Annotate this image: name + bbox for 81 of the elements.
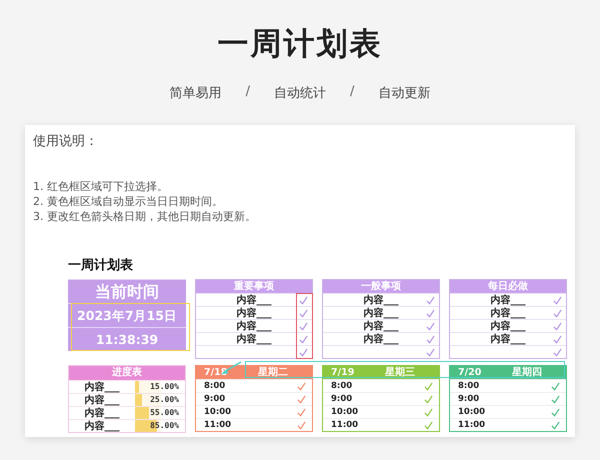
- day-date[interactable]: 7/19: [331, 366, 354, 379]
- time-slot: 11:00: [204, 420, 232, 430]
- time-slot: 11:00: [458, 420, 486, 430]
- check-icon[interactable]: [299, 296, 308, 305]
- check-icon[interactable]: [424, 408, 433, 416]
- check-icon[interactable]: [299, 322, 308, 331]
- check-icon[interactable]: [299, 335, 308, 344]
- sheet-title: 一周计划表: [68, 258, 133, 274]
- task-text: 内容___: [84, 393, 120, 407]
- check-icon[interactable]: [553, 309, 562, 318]
- instruction-step: 2. 黄色框区域自动显示当日日期时间。: [33, 194, 567, 209]
- time-slot: 8:00: [458, 381, 480, 391]
- feature-tag: 自动更新: [378, 84, 430, 102]
- check-icon[interactable]: [299, 348, 308, 357]
- list-heading: 每日必做: [450, 280, 566, 293]
- separator: /: [350, 84, 354, 101]
- task-text: 内容___: [364, 293, 398, 307]
- check-icon[interactable]: [551, 382, 560, 390]
- separator: /: [246, 84, 250, 101]
- task-text: 内容___: [236, 306, 272, 320]
- task-text: 内容___: [236, 319, 272, 333]
- time-slot: 8:00: [331, 381, 352, 391]
- instruction-step: 1. 红色框区域可下拉选择。: [33, 179, 567, 194]
- time-slot: 8:00: [204, 381, 226, 391]
- progress-heading: 进度表: [69, 366, 185, 380]
- check-icon[interactable]: [424, 382, 433, 390]
- check-icon[interactable]: [424, 394, 433, 404]
- check-icon[interactable]: [297, 382, 306, 390]
- current-time: 11:38:39: [68, 327, 186, 351]
- list-heading: 一般事项: [323, 280, 439, 293]
- task-text: 内容___: [364, 319, 398, 333]
- check-icon[interactable]: [553, 322, 562, 331]
- instructions-heading: 使用说明：: [33, 133, 99, 151]
- current-date: 2023年7月15日: [68, 303, 186, 327]
- task-text: 内容___: [236, 293, 272, 307]
- check-icon[interactable]: [551, 394, 560, 404]
- day-date[interactable]: 7/20: [458, 366, 482, 379]
- task-text: 内容___: [84, 406, 120, 420]
- time-slot: 9:00: [204, 394, 226, 404]
- check-icon[interactable]: [426, 309, 435, 318]
- check-icon[interactable]: [426, 322, 435, 331]
- time-slot: 10:00: [331, 407, 358, 417]
- weekday: 星期二: [258, 366, 288, 379]
- percent-value: 15.00%: [150, 381, 180, 393]
- list-heading: 重要事项: [196, 280, 312, 293]
- task-text: 内容___: [490, 319, 526, 333]
- task-text: 内容___: [236, 332, 272, 346]
- instruction-step: 3. 更改红色箭头格日期，其他日期自动更新。: [33, 209, 567, 224]
- time-slot: 11:00: [331, 420, 358, 430]
- check-icon[interactable]: [426, 348, 435, 357]
- check-icon[interactable]: [551, 420, 560, 430]
- check-icon[interactable]: [297, 420, 306, 430]
- task-text: 内容___: [490, 332, 526, 346]
- task-text: 内容___: [84, 419, 120, 433]
- feature-tag: 简单易用: [170, 84, 222, 102]
- check-icon[interactable]: [553, 296, 562, 305]
- percent-value: 25.00%: [150, 394, 180, 406]
- check-icon[interactable]: [297, 394, 306, 404]
- time-slot: 10:00: [204, 407, 232, 417]
- page-title: 一周计划表: [216, 25, 384, 64]
- task-text: 内容___: [84, 380, 120, 394]
- check-icon[interactable]: [426, 335, 435, 344]
- feature-tag: 自动统计: [274, 84, 326, 102]
- clock-heading: 当前时间: [68, 279, 186, 303]
- weekday: 星期四: [512, 366, 542, 379]
- check-icon[interactable]: [297, 408, 306, 416]
- check-icon[interactable]: [426, 296, 435, 305]
- task-text: 内容___: [364, 332, 398, 346]
- check-icon[interactable]: [299, 309, 308, 318]
- time-slot: 9:00: [331, 394, 352, 404]
- check-icon[interactable]: [553, 335, 562, 344]
- check-icon[interactable]: [424, 420, 433, 430]
- task-text: 内容___: [490, 293, 526, 307]
- task-text: 内容___: [490, 306, 526, 320]
- time-slot: 10:00: [458, 407, 486, 417]
- weekday: 星期三: [385, 366, 415, 379]
- percent-value: 55.00%: [150, 407, 180, 419]
- task-text: 内容___: [364, 306, 398, 320]
- time-slot: 9:00: [458, 394, 480, 404]
- check-icon[interactable]: [551, 408, 560, 416]
- check-icon[interactable]: [553, 348, 562, 357]
